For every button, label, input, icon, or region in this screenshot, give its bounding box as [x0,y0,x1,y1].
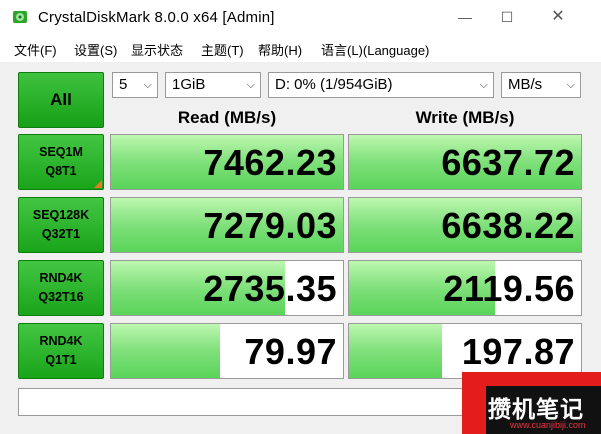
menu-file[interactable]: 文件(F) [14,40,57,59]
write-result: 6638.22 [348,197,582,253]
menu-bar: 文件(F) 设置(S) 显示状态 主题(T) 帮助(H) 语言(L)(Langu… [0,34,601,60]
menu-help[interactable]: 帮助(H) [258,40,302,59]
watermark-url: www.cuanjibiji.com [510,420,586,430]
chevron-down-icon: ⌵ [246,79,255,91]
count-select[interactable]: 5 ⌵ [112,72,158,98]
test-button-rnd4k-q32t16[interactable]: RND4K Q32T16 [18,260,104,316]
watermark: 攒机笔记 www.cuanjibiji.com [462,372,601,434]
read-value: 79.97 [244,331,337,372]
read-result: 2735.35 [110,260,344,316]
chevron-down-icon: ⌵ [566,79,575,91]
chevron-down-icon: ⌵ [479,79,488,91]
drive-select[interactable]: D: 0% (1/954GiB) ⌵ [268,72,494,98]
read-value: 7279.03 [203,205,337,246]
write-value: 2119.56 [443,268,575,309]
watermark-text: 攒机笔记 [488,396,584,422]
write-result: 6637.72 [348,134,582,190]
minimize-button[interactable]: — [452,8,478,26]
test-label-line1: RND4K [39,334,83,348]
chevron-down-icon: ⌵ [143,79,152,91]
read-value: 2735.35 [203,268,337,309]
test-label-line1: SEQ1M [39,145,83,159]
read-result: 79.97 [110,323,344,379]
size-select[interactable]: 1GiB ⌵ [165,72,261,98]
drive-value: D: 0% (1/954GiB) [275,76,393,93]
test-label-line2: Q1T1 [45,353,77,367]
all-button[interactable]: All [18,72,104,128]
test-button-rnd4k-q1t1[interactable]: RND4K Q1T1 [18,323,104,379]
menu-language[interactable]: 语言(L)(Language) [321,40,429,59]
write-result: 197.87 [348,323,582,379]
app-icon [13,11,27,23]
unit-select[interactable]: MB/s ⌵ [501,72,581,98]
test-label-line2: Q32T1 [41,227,81,241]
test-label-line2: Q32T16 [38,290,84,304]
close-button[interactable]: ✕ [545,8,571,26]
read-header: Read (MB/s) [177,108,277,127]
size-value: 1GiB [172,76,206,93]
menu-theme[interactable]: 主题(T) [201,40,244,59]
window-title: CrystalDiskMark 8.0.0 x64 [Admin] [38,9,275,26]
unit-value: MB/s [508,76,543,93]
write-bar [349,324,442,378]
test-label-line1: RND4K [39,271,83,285]
test-label-line2: Q8T1 [45,164,77,178]
read-bar [111,324,221,378]
test-button-seq1m-q8t1[interactable]: SEQ1M Q8T1 [18,134,104,190]
write-result: 2119.56 [348,260,582,316]
menu-display-status[interactable]: 显示状态 [131,40,183,59]
write-value: 6638.22 [441,205,575,246]
maximize-button[interactable]: ☐ [494,8,520,26]
write-value: 6637.72 [441,142,575,183]
title-bar: CrystalDiskMark 8.0.0 x64 [Admin] — ☐ ✕ [0,0,601,34]
count-value: 5 [119,76,128,93]
test-button-seq128k-q32t1[interactable]: SEQ128K Q32T1 [18,197,104,253]
write-header: Write (MB/s) [415,108,515,127]
selected-corner-marker [94,180,102,188]
write-value: 197.87 [461,331,575,372]
test-label-line1: SEQ128K [32,208,90,222]
read-value: 7462.23 [203,142,337,183]
read-result: 7462.23 [110,134,344,190]
menu-settings[interactable]: 设置(S) [74,40,117,59]
read-result: 7279.03 [110,197,344,253]
